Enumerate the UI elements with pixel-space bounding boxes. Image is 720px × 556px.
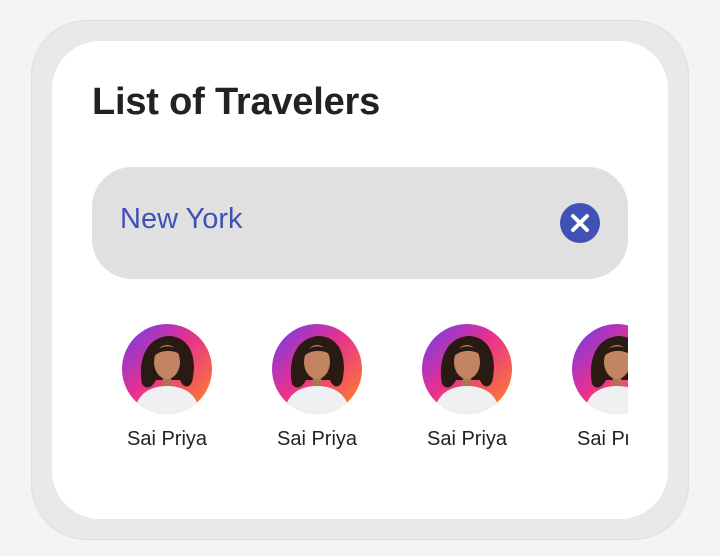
traveler-name: Sai Priya [126,428,208,450]
avatar [572,324,628,414]
traveler-photo-icon [422,324,512,414]
page-title: List of Travelers [92,81,381,123]
traveler-name: Sai Priya [576,428,628,450]
clear-search-button[interactable] [560,203,600,243]
avatar [272,324,362,414]
close-circle-icon [571,214,589,232]
search-chip[interactable]: New York [92,167,628,279]
traveler-item[interactable]: Sai Priya [242,311,392,461]
traveler-name: Sai Priya [276,428,358,450]
travelers-list[interactable]: Sai Priya Sai Priya Sai Priya Sai P [92,311,628,461]
traveler-item[interactable]: Sai Priya [542,311,628,461]
travelers-card: List of Travelers New York Sai Priya Sai… [52,41,668,519]
travelers-track: Sai Priya Sai Priya Sai Priya Sai P [92,311,628,461]
traveler-name: Sai Priya [426,428,508,450]
traveler-item[interactable]: Sai Priya [392,311,542,461]
traveler-item[interactable]: Sai Priya [92,311,242,461]
avatar [422,324,512,414]
traveler-photo-icon [572,324,628,414]
traveler-photo-icon [122,324,212,414]
avatar [122,324,212,414]
traveler-photo-icon [272,324,362,414]
search-value: New York [120,203,243,235]
